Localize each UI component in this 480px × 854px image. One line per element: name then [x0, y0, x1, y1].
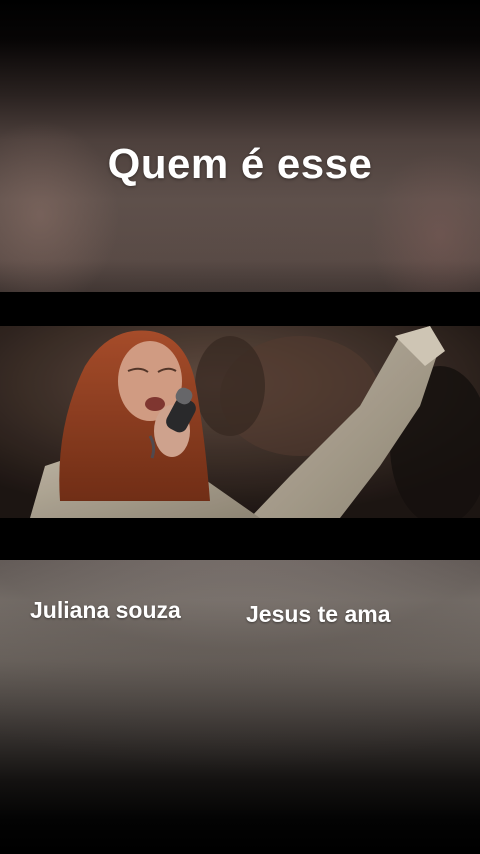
video-player[interactable] — [0, 326, 480, 518]
story-screen: Quem é esse Juliana souza Jesus te ama — [0, 0, 480, 854]
overlay-title: Quem é esse — [107, 140, 373, 187]
video-frame[interactable] — [0, 292, 480, 560]
video-still-image — [0, 326, 480, 518]
caption-left: Juliana souza — [30, 597, 181, 623]
caption-right: Jesus te ama — [246, 601, 391, 627]
